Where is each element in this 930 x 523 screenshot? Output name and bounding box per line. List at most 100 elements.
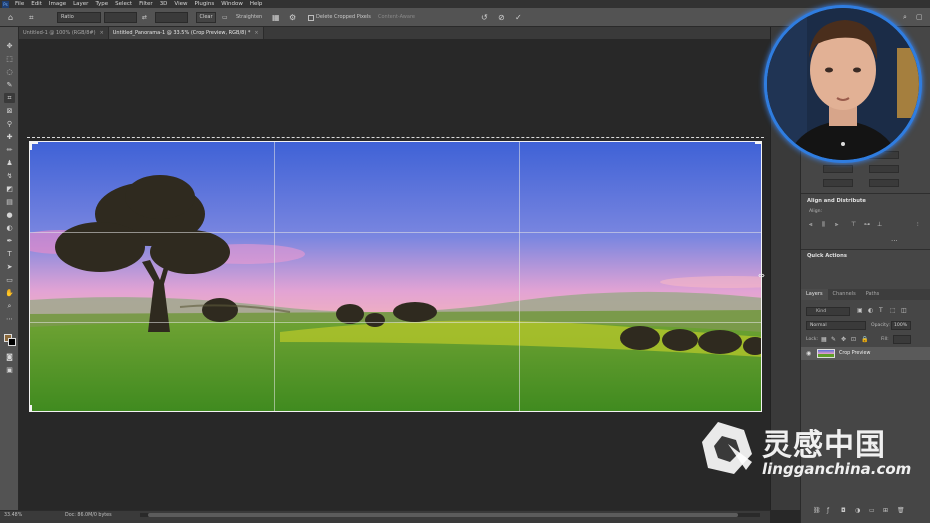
tab-layers[interactable]: Layers	[801, 289, 828, 300]
close-icon[interactable]: ×	[100, 30, 104, 36]
ratio-width-input[interactable]	[104, 12, 137, 23]
property-field[interactable]	[823, 179, 853, 187]
horizontal-scrollbar[interactable]	[140, 513, 760, 517]
crop-handle-top-left[interactable]	[30, 142, 32, 150]
eyedropper-tool-icon[interactable]: ⚲	[4, 119, 15, 129]
more-tools-icon[interactable]: ⋯	[4, 314, 15, 324]
menu-layer[interactable]: Layer	[73, 1, 88, 7]
property-field[interactable]	[823, 165, 853, 173]
pen-tool-icon[interactable]: ✒	[4, 236, 15, 246]
align-top-icon[interactable]: ⊤	[851, 222, 857, 228]
workspace-icon[interactable]: ▢	[916, 12, 923, 23]
more-options-icon[interactable]: ...	[891, 235, 898, 243]
stamp-tool-icon[interactable]: ♟	[4, 158, 15, 168]
move-tool-icon[interactable]: ✥	[4, 41, 15, 51]
crop-handle-bottom-left[interactable]	[30, 411, 38, 412]
property-field[interactable]	[869, 179, 899, 187]
new-layer-icon[interactable]: ⊞	[883, 508, 889, 514]
menu-plugins[interactable]: Plugins	[194, 1, 214, 7]
align-left-icon[interactable]: ⫷	[809, 222, 815, 228]
menu-image[interactable]: Image	[49, 1, 66, 7]
home-icon[interactable]: ⌂	[8, 12, 13, 23]
trash-icon[interactable]: 🗑	[897, 508, 905, 514]
filter-pixel-icon[interactable]: ▣	[857, 308, 863, 314]
adjustment-icon[interactable]: ◑	[855, 508, 861, 514]
ratio-select[interactable]: Ratio	[57, 12, 101, 23]
group-folder-icon[interactable]: ▭	[869, 508, 875, 514]
shape-tool-icon[interactable]: ▭	[4, 275, 15, 285]
crop-handle-bottom-right[interactable]	[761, 405, 762, 412]
straighten-label[interactable]: Straighten	[236, 12, 262, 23]
filter-adjust-icon[interactable]: ◐	[868, 308, 874, 314]
hand-tool-icon[interactable]: ✋	[4, 288, 15, 298]
tab-paths[interactable]: Paths	[861, 289, 885, 300]
tab-untitled-1[interactable]: Untitled-1 @ 100% (RGB/8#) ×	[19, 27, 109, 39]
eraser-tool-icon[interactable]: ◩	[4, 184, 15, 194]
menu-filter[interactable]: Filter	[139, 1, 153, 7]
quick-actions-header[interactable]: Quick Actions	[801, 251, 930, 261]
zoom-level[interactable]: 33.48%	[4, 511, 22, 520]
align-right-icon[interactable]: ⫸	[835, 222, 841, 228]
mask-icon[interactable]: ◘	[841, 508, 847, 514]
crop-tool-icon[interactable]: ⌗	[4, 93, 15, 103]
cancel-icon[interactable]: ⊘	[498, 12, 505, 23]
lock-artboard-icon[interactable]: ⊡	[851, 337, 857, 343]
overlay-grid-icon[interactable]: ▦	[272, 12, 280, 23]
blur-tool-icon[interactable]: ●	[4, 210, 15, 220]
lasso-tool-icon[interactable]: ◌	[4, 67, 15, 77]
lock-position-icon[interactable]: ✥	[841, 337, 847, 343]
blend-mode-select[interactable]: Normal	[806, 321, 866, 330]
gear-icon[interactable]: ⚙	[289, 12, 296, 23]
filter-smart-icon[interactable]: ◫	[901, 308, 907, 314]
background-color-swatch[interactable]	[8, 338, 16, 346]
tab-untitled-panorama[interactable]: Untitled_Panorama-1 @ 33.5% (Crop Previe…	[108, 27, 264, 39]
layer-kind-filter[interactable]: Kind	[806, 307, 850, 316]
menu-file[interactable]: File	[15, 1, 24, 7]
delete-cropped-checkbox[interactable]	[308, 14, 314, 21]
opacity-input[interactable]: 100%	[891, 321, 911, 330]
menu-3d[interactable]: 3D	[160, 1, 168, 7]
menu-window[interactable]: Window	[221, 1, 243, 7]
align-center-icon[interactable]: ⫼	[822, 222, 828, 228]
crop-handle-bottom-right[interactable]	[755, 411, 762, 412]
crop-handle-bottom-middle[interactable]	[389, 411, 403, 412]
crop-handle-bottom-left[interactable]	[30, 405, 32, 411]
menu-edit[interactable]: Edit	[31, 1, 42, 7]
clear-button[interactable]: Clear	[196, 12, 216, 23]
lock-pixels-icon[interactable]: ▦	[821, 337, 827, 343]
healing-tool-icon[interactable]: ✚	[4, 132, 15, 142]
scrollbar-thumb[interactable]	[148, 513, 738, 517]
reset-icon[interactable]: ↺	[481, 12, 488, 23]
visibility-eye-icon[interactable]: ◉	[806, 350, 811, 357]
menu-select[interactable]: Select	[115, 1, 132, 7]
menu-view[interactable]: View	[174, 1, 187, 7]
lock-all-icon[interactable]: 🔒	[861, 337, 868, 343]
property-field[interactable]	[869, 165, 899, 173]
crop-handle-top-right[interactable]	[761, 142, 762, 150]
history-brush-tool-icon[interactable]: ↯	[4, 171, 15, 181]
dodge-tool-icon[interactable]: ◐	[4, 223, 15, 233]
path-select-tool-icon[interactable]: ➤	[4, 262, 15, 272]
document-size[interactable]: Doc: 86.0M/0 bytes	[65, 511, 112, 520]
quick-select-tool-icon[interactable]: ✎	[4, 80, 15, 90]
align-distribute-header[interactable]: Align and Distribute	[801, 196, 930, 206]
screen-mode-icon[interactable]: ▣	[4, 365, 15, 375]
crop-tool-icon[interactable]: ⌗	[29, 12, 34, 23]
menu-type[interactable]: Type	[95, 1, 108, 7]
align-middle-icon[interactable]: ⊶	[864, 222, 870, 228]
canvas-area[interactable]: W : 8863 px ⇔	[20, 39, 804, 509]
filter-type-icon[interactable]: T	[879, 308, 885, 314]
lock-paint-icon[interactable]: ✎	[831, 337, 837, 343]
straighten-icon[interactable]: ▭	[222, 12, 228, 23]
swap-icon[interactable]: ⇄	[142, 12, 147, 23]
commit-check-icon[interactable]: ✓	[515, 12, 522, 23]
filter-shape-icon[interactable]: ⬚	[890, 308, 896, 314]
ratio-height-input[interactable]	[155, 12, 188, 23]
frame-tool-icon[interactable]: ⊠	[4, 106, 15, 116]
quick-mask-icon[interactable]: ◙	[4, 352, 15, 362]
tab-channels[interactable]: Channels	[828, 289, 861, 300]
distribute-icon[interactable]: ⫶	[917, 222, 923, 228]
search-icon[interactable]: ⌕	[903, 12, 907, 23]
layer-name[interactable]: Crop Preview	[839, 347, 870, 360]
type-tool-icon[interactable]: T	[4, 249, 15, 259]
